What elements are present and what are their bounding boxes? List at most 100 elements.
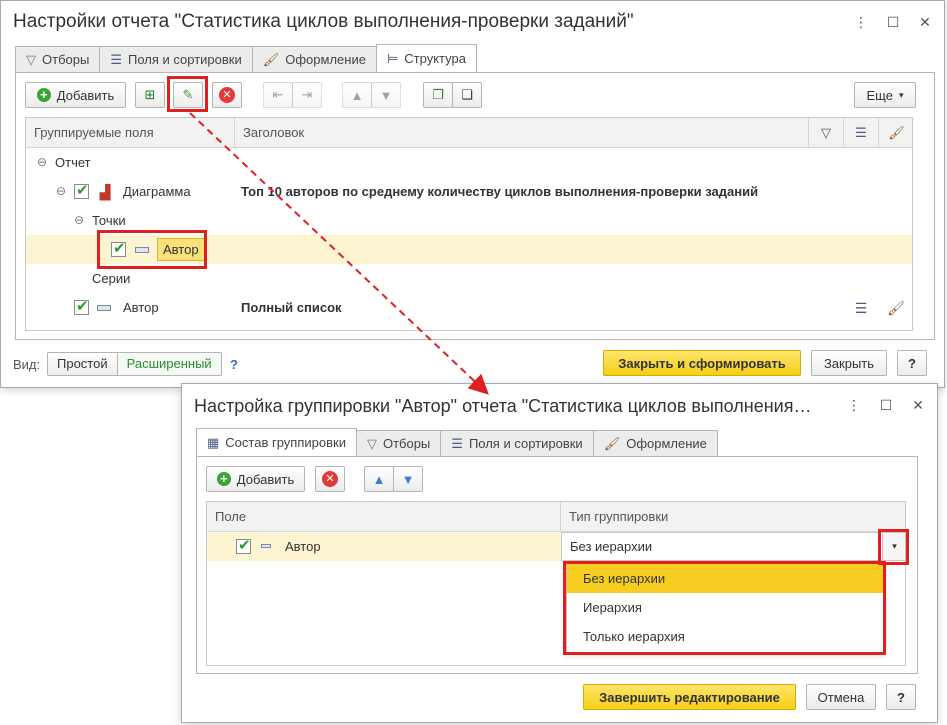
field-icon: [135, 247, 149, 253]
cancel-button[interactable]: Отмена: [806, 684, 876, 710]
field-icon: [261, 544, 271, 548]
grid-header: Поле Тип группировки: [207, 502, 905, 532]
chevron-down-icon: ▾: [898, 89, 904, 100]
arrow-up-icon: ▲: [372, 471, 386, 487]
grid-header: Группируемые поля Заголовок ▽ ☰ 🖌: [26, 118, 912, 148]
move-up-button[interactable]: ▲: [342, 82, 372, 108]
brush-col-icon: 🖌: [888, 125, 905, 140]
report-settings-tabs: ▽ Отборы ☰ Поля и сортировки 🖌 Оформление ⊨…: [15, 44, 477, 72]
col-field[interactable]: Поле: [207, 502, 561, 532]
add-button[interactable]: + Добавить: [206, 466, 305, 492]
move-right-button[interactable]: ⇥: [292, 82, 322, 108]
tree-row-series[interactable]: Серии: [26, 264, 912, 293]
structure-grid: Группируемые поля Заголовок ▽ ☰ 🖌 ⊖ Отче…: [25, 117, 913, 331]
chart-icon: ▟: [99, 183, 111, 200]
plus-icon: +: [36, 88, 51, 102]
tree-row-points-author[interactable]: Автор: [26, 235, 912, 264]
tab-filters[interactable]: ▽ Отборы: [355, 430, 442, 456]
arrow-up-icon: ▲: [350, 87, 364, 103]
maximize-icon[interactable]: ☐: [884, 13, 902, 31]
arrow-down-icon: ▼: [401, 471, 415, 487]
move-down-button[interactable]: ▼: [393, 466, 423, 492]
tab-appearance[interactable]: 🖌 Оформление: [592, 430, 718, 456]
points-author-checkbox[interactable]: [111, 239, 126, 257]
collapse-icon[interactable]: ⊖: [74, 213, 84, 227]
duplicate-icon: ❏: [461, 87, 473, 102]
tab-filters[interactable]: ▽ Отборы: [15, 46, 101, 72]
view-simple[interactable]: Простой: [48, 353, 118, 375]
fields-sort-icon: ☰: [451, 435, 463, 451]
col-grouped-fields[interactable]: Группируемые поля: [26, 118, 235, 148]
filter-icon: ▽: [26, 51, 36, 67]
more-actions-icon[interactable]: ⋮: [852, 13, 870, 31]
delete-button[interactable]: ✕: [315, 466, 345, 492]
brush-icon[interactable]: 🖌: [887, 299, 905, 317]
close-and-build-button[interactable]: Закрыть и сформировать: [603, 350, 801, 376]
plus-icon: +: [216, 472, 231, 486]
tree-row-chart[interactable]: ⊖ ▟ Диаграмма Топ 10 авторов по среднему…: [26, 177, 912, 206]
view-label: Вид:: [13, 357, 41, 372]
help-button[interactable]: ?: [897, 350, 927, 376]
option-hierarchy[interactable]: Иерархия: [567, 593, 883, 622]
collapse-icon[interactable]: ⊖: [56, 184, 66, 198]
add-grouping-button[interactable]: ⊞: [135, 82, 165, 108]
author-checkbox[interactable]: [236, 536, 251, 554]
grouping-settings-window: Настройка группировки "Автор" отчета "Ст…: [181, 383, 938, 723]
fields-sort-icon[interactable]: ☰: [852, 299, 870, 317]
close-button[interactable]: Закрыть: [811, 350, 887, 376]
option-no-hierarchy[interactable]: Без иерархии: [567, 564, 883, 593]
close-icon[interactable]: ✕: [909, 396, 927, 414]
move-down-button[interactable]: ▼: [371, 82, 401, 108]
copy-icon: ❐: [432, 87, 444, 102]
table-icon: ▦: [207, 434, 220, 450]
maximize-icon[interactable]: ☐: [877, 396, 895, 414]
edit-button[interactable]: ✎: [173, 82, 203, 108]
window-controls: ⋮ ☐ ✕: [845, 396, 927, 414]
chart-checkbox[interactable]: [74, 181, 89, 199]
structure-icon: ⊨: [386, 50, 399, 66]
copy-button[interactable]: ❐: [423, 82, 453, 108]
tab-appearance[interactable]: 🖌 Оформление: [251, 46, 377, 72]
tree-row-points[interactable]: ⊖ Точки: [26, 206, 912, 235]
col-heading[interactable]: Заголовок: [235, 118, 809, 148]
more-actions-icon[interactable]: ⋮: [845, 396, 863, 414]
tab-grouping-content[interactable]: ▦ Состав группировки: [196, 428, 357, 456]
view-extended[interactable]: Расширенный: [117, 353, 221, 375]
filter-icon: ▽: [366, 435, 377, 451]
tree-row-author[interactable]: Автор Полный список ☰ 🖌: [26, 293, 912, 322]
field-icon: [97, 305, 111, 311]
move-left-button[interactable]: ⇤: [263, 82, 293, 108]
delete-icon: ✕: [322, 471, 338, 487]
grouping-settings-title: Настройка группировки "Автор" отчета "Ст…: [194, 396, 812, 416]
tab-fields-sorting[interactable]: ☰ Поля и сортировки: [99, 46, 253, 72]
brush-icon: 🖌: [603, 435, 621, 451]
structure-panel: + Добавить ⊞ ✎ ✕ ⇤ ⇥ ▲ ▼ ❐ ❏ Еще ▾ Группи…: [15, 72, 935, 340]
finish-editing-button[interactable]: Завершить редактирование: [583, 684, 796, 710]
pencil-icon: ✎: [182, 87, 194, 102]
grouping-row-author[interactable]: Автор Без иерархии ▾: [207, 532, 905, 561]
fields-col-icon: ☰: [844, 118, 879, 148]
delete-button[interactable]: ✕: [212, 82, 242, 108]
more-button[interactable]: Еще ▾: [854, 82, 916, 108]
help-button[interactable]: ?: [886, 684, 916, 710]
filter-col-icon: ▽: [809, 118, 844, 148]
move-up-button[interactable]: ▲: [364, 466, 394, 492]
dropdown-arrow-icon[interactable]: ▾: [882, 533, 905, 560]
move-right-icon: ⇥: [301, 87, 313, 102]
option-only-hierarchy[interactable]: Только иерархия: [567, 622, 883, 651]
author-checkbox[interactable]: [74, 297, 89, 315]
duplicate-button[interactable]: ❏: [452, 82, 482, 108]
col-grouping-type[interactable]: Тип группировки: [561, 502, 905, 532]
tab-fields-sorting[interactable]: ☰ Поля и сортировки: [440, 430, 594, 456]
close-icon[interactable]: ✕: [916, 13, 934, 31]
view-help-link[interactable]: ?: [230, 357, 238, 372]
collapse-icon[interactable]: ⊖: [37, 155, 47, 169]
move-left-icon: ⇤: [272, 87, 284, 102]
brush-icon: 🖌: [262, 51, 280, 67]
tab-structure[interactable]: ⊨ Структура: [375, 44, 477, 72]
tree-row-report[interactable]: ⊖ Отчет: [26, 148, 912, 177]
add-button[interactable]: + Добавить: [25, 82, 126, 108]
grouping-settings-tabs: ▦ Состав группировки ▽ Отборы ☰ Поля и сорт…: [196, 428, 718, 456]
report-settings-title: Настройки отчета "Статистика циклов выпо…: [13, 11, 634, 32]
grouping-type-select[interactable]: Без иерархии ▾: [561, 532, 905, 561]
